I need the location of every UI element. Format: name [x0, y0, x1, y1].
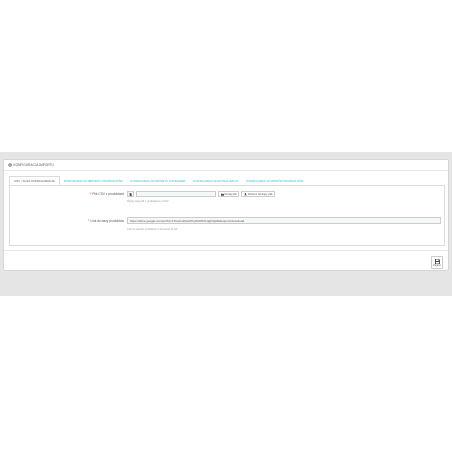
tab-update-config[interactable]: Konfiguracja aktualizacji: [189, 176, 242, 185]
link-field-label: *Link do bazy produktów: [88, 219, 124, 223]
folder-icon: [220, 193, 224, 196]
file-field-label: *Plik CSV z produktami: [90, 192, 124, 196]
tab-category-import[interactable]: Konfiguracja importu kategorii: [126, 176, 189, 185]
link-help-text: Link do swoich produktów w formacie XLSX: [127, 228, 178, 231]
download-icon: [243, 192, 247, 196]
gear-icon: [7, 163, 12, 168]
required-marker: *: [88, 219, 90, 223]
link-input[interactable]: https://drive.google.com/uc?id=1ThvAcoRv…: [127, 217, 441, 224]
save-button[interactable]: Zapisz: [431, 256, 443, 269]
config-tabs: CSV / XLSX konfiguracja Konfiguracja imp…: [9, 176, 445, 186]
panel-heading: Konfiguracja importu: [4, 160, 448, 171]
file-name-input[interactable]: [136, 191, 216, 197]
file-help-text: Wgraj swój plik z produktami w CSV: [127, 200, 169, 203]
file-icon: [127, 191, 134, 197]
panel-title: Konfiguracja importu: [13, 163, 54, 167]
footer-divider: [4, 250, 448, 251]
choose-file-button[interactable]: Dodaj plik: [218, 191, 240, 197]
file-upload-group: Dodaj plik Pobierz bieżący plik: [127, 191, 276, 197]
tab-csv-config[interactable]: CSV / XLSX konfiguracja: [9, 176, 60, 185]
tab-product-import[interactable]: Konfiguracja importu produktów: [60, 176, 127, 185]
tab-description-config[interactable]: Konfiguracja opisów produktów: [242, 176, 307, 185]
download-file-button[interactable]: Pobierz bieżący plik: [241, 191, 276, 197]
tab-content: *Plik CSV z produktami Dodaj plik Pobier…: [9, 186, 445, 246]
import-config-panel: Konfiguracja importu CSV / XLSX konfigur…: [3, 159, 449, 271]
